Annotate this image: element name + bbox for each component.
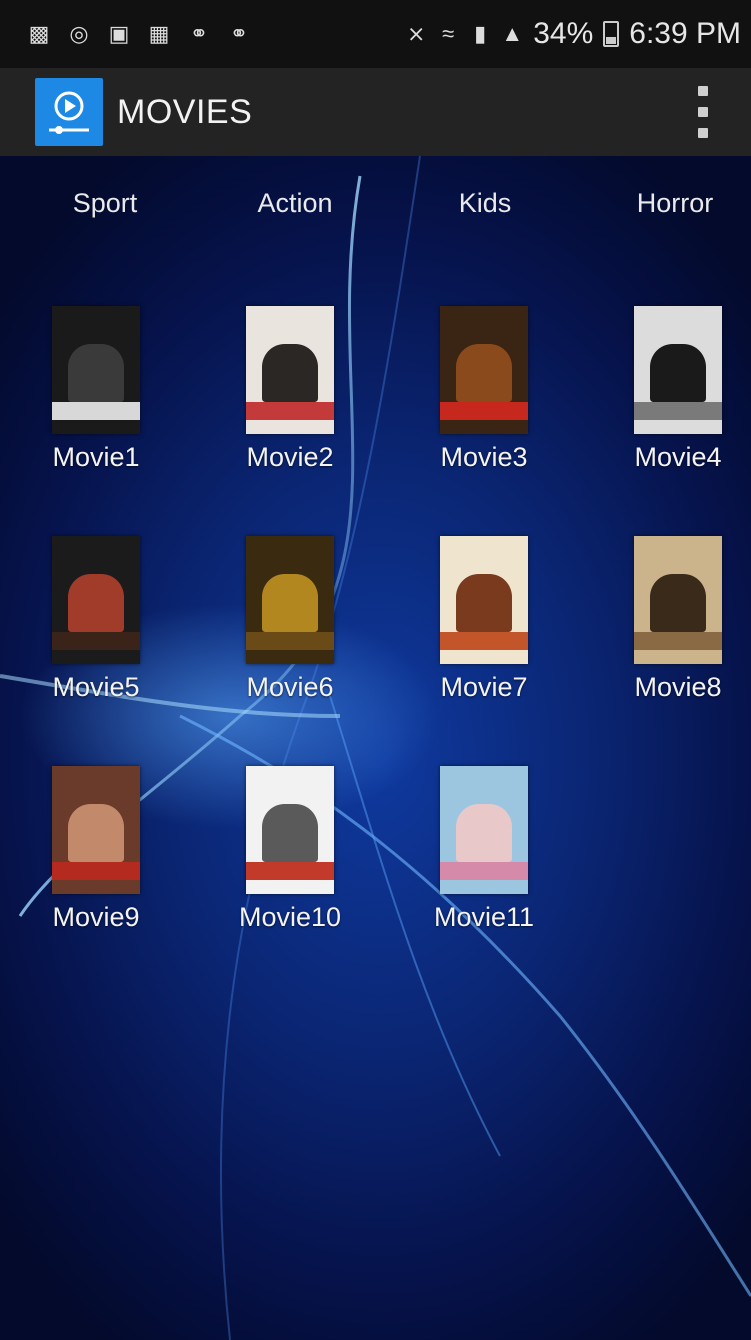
movie-poster[interactable] [246,306,334,434]
movie-poster[interactable] [52,306,140,434]
movie-tile[interactable]: Movie8 [588,536,751,703]
movie-tile[interactable]: Movie2 [200,306,380,473]
movie-title: Movie4 [634,442,722,472]
content-area: Sport Action Kids Horror Movie1 Movie2 Mov… [0,156,751,1340]
signal-icon: ▲ [501,21,524,46]
movie-title: Movie1 [52,442,140,472]
battery-percent: 34% [533,17,594,50]
battery-icon [603,21,620,47]
category-kids[interactable]: Kids [405,188,565,219]
clock: 6:39 PM [629,17,741,50]
category-row: Sport Action Kids Horror [0,156,751,256]
movie-poster[interactable] [634,306,722,434]
wifi-icon: ≈ [442,21,455,46]
movie-poster[interactable] [246,766,334,894]
sync-icon: ◎ [69,21,89,46]
movie-title: Movie2 [246,442,334,472]
saturn-icon: ⚭ [189,21,209,46]
system-indicators: ⨯ ≈ ▮ ▲ 34% 6:39 PM [405,17,741,51]
mute-icon: ⨯ [407,21,426,46]
movie-title: Movie9 [52,902,140,932]
category-horror[interactable]: Horror [595,188,751,219]
movie-tile[interactable]: Movie3 [394,306,574,473]
movie-tile[interactable]: Movie9 [6,766,186,933]
overflow-menu-icon[interactable] [695,86,711,138]
movie-tile[interactable]: Movie6 [200,536,380,703]
movie-title: Movie5 [52,672,140,702]
sim-icon: ▮ [474,21,487,46]
movie-poster[interactable] [440,306,528,434]
movie-poster[interactable] [246,536,334,664]
category-sport[interactable]: Sport [25,188,185,219]
movie-poster[interactable] [440,766,528,894]
movie-tile[interactable]: Movie4 [588,306,751,473]
movie-poster[interactable] [634,536,722,664]
movie-title: Movie10 [238,902,342,932]
status-bar: ▩ ◎ ▣ ▦ ⚭ ⚭ ⨯ ≈ ▮ ▲ 34% 6:39 PM [0,0,751,68]
movie-title: Movie8 [634,672,722,702]
app-bar: MOVIES [0,68,751,156]
gallery-icon: ▣ [108,21,130,46]
notification-icons: ▩ ◎ ▣ ▦ ⚭ ⚭ [28,23,250,45]
movie-title: Movie7 [440,672,528,702]
saturn-icon-2: ⚭ [229,21,249,46]
chat-icon: ▩ [28,21,50,46]
category-action[interactable]: Action [215,188,375,219]
movie-tile[interactable]: Movie11 [394,766,574,933]
movie-tile[interactable]: Movie7 [394,536,574,703]
movie-tile[interactable]: Movie10 [200,766,380,933]
movie-poster[interactable] [52,766,140,894]
photo-icon: ▦ [148,21,170,46]
movie-poster[interactable] [440,536,528,664]
movie-title: Movie6 [246,672,334,702]
movie-title: Movie3 [440,442,528,472]
movie-tile[interactable]: Movie5 [6,536,186,703]
movie-title: Movie11 [433,902,535,932]
app-title: MOVIES [117,92,253,131]
movie-poster[interactable] [52,536,140,664]
app-logo-icon [35,78,103,146]
movie-tile[interactable]: Movie1 [6,306,186,473]
